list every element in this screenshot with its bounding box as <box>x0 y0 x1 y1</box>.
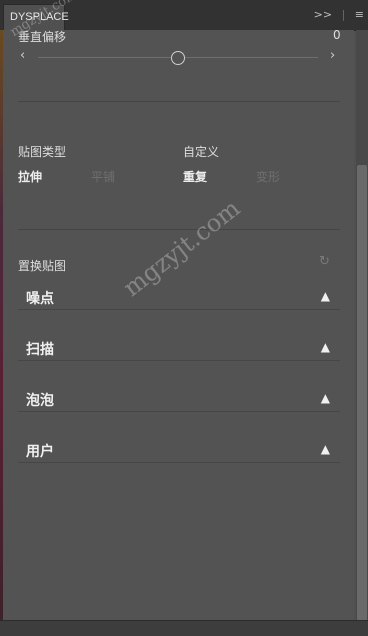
divider <box>18 229 340 230</box>
slider-right-arrow-icon[interactable]: › <box>330 48 335 63</box>
custom-option-repeat[interactable]: 重复 <box>183 168 207 185</box>
map-type-option-stretch[interactable]: 拉伸 <box>18 168 42 185</box>
vertical-offset-value[interactable]: 0 <box>333 28 341 42</box>
panel-tab-dysplace[interactable]: DYSPLACE <box>3 4 69 30</box>
replace-map-label: 置换贴图 <box>18 259 67 273</box>
double-chevron-right-icon[interactable]: >> <box>314 8 332 21</box>
bottom-bar <box>0 620 368 636</box>
triangle-up-icon[interactable]: ▲ <box>321 391 330 405</box>
section-title: 泡泡 <box>26 393 54 409</box>
section-divider <box>18 309 340 310</box>
custom-option-deform[interactable]: 变形 <box>256 168 280 185</box>
vertical-scrollbar[interactable] <box>356 30 368 635</box>
map-type-label: 贴图类型 <box>18 145 67 159</box>
hamburger-menu-icon[interactable]: ≡ <box>355 8 364 21</box>
panel-header: DYSPLACE >> | ≡ <box>0 0 368 31</box>
vertical-offset-slider-thumb[interactable] <box>171 51 185 65</box>
triangle-up-icon[interactable]: ▲ <box>321 442 330 456</box>
slider-left-arrow-icon[interactable]: ‹ <box>20 48 25 63</box>
refresh-icon[interactable]: ↻ <box>319 254 330 269</box>
scrollbar-thumb[interactable] <box>357 165 367 628</box>
section-title: 扫描 <box>26 342 54 358</box>
vertical-separator: | <box>341 8 346 21</box>
triangle-up-icon[interactable]: ▲ <box>321 340 330 354</box>
divider <box>18 101 340 102</box>
map-type-option-tile[interactable]: 平铺 <box>91 168 115 185</box>
section-header-noise[interactable]: 噪点 ▲ <box>26 284 340 312</box>
section-title: 噪点 <box>26 291 54 307</box>
section-header-scan[interactable]: 扫描 ▲ <box>26 335 340 363</box>
panel-content: 垂直偏移 0 ‹ › 贴图类型 自定义 拉伸 平铺 重复 变形 置换贴图 ↻ 噪… <box>3 28 354 635</box>
section-divider <box>18 411 340 412</box>
section-header-bubble[interactable]: 泡泡 ▲ <box>26 386 340 414</box>
section-divider <box>18 462 340 463</box>
section-header-user[interactable]: 用户 ▲ <box>26 437 340 465</box>
section-divider <box>18 360 340 361</box>
custom-label: 自定义 <box>183 145 220 159</box>
vertical-offset-label: 垂直偏移 <box>18 30 67 44</box>
triangle-up-icon[interactable]: ▲ <box>321 289 330 303</box>
section-title: 用户 <box>26 444 54 460</box>
